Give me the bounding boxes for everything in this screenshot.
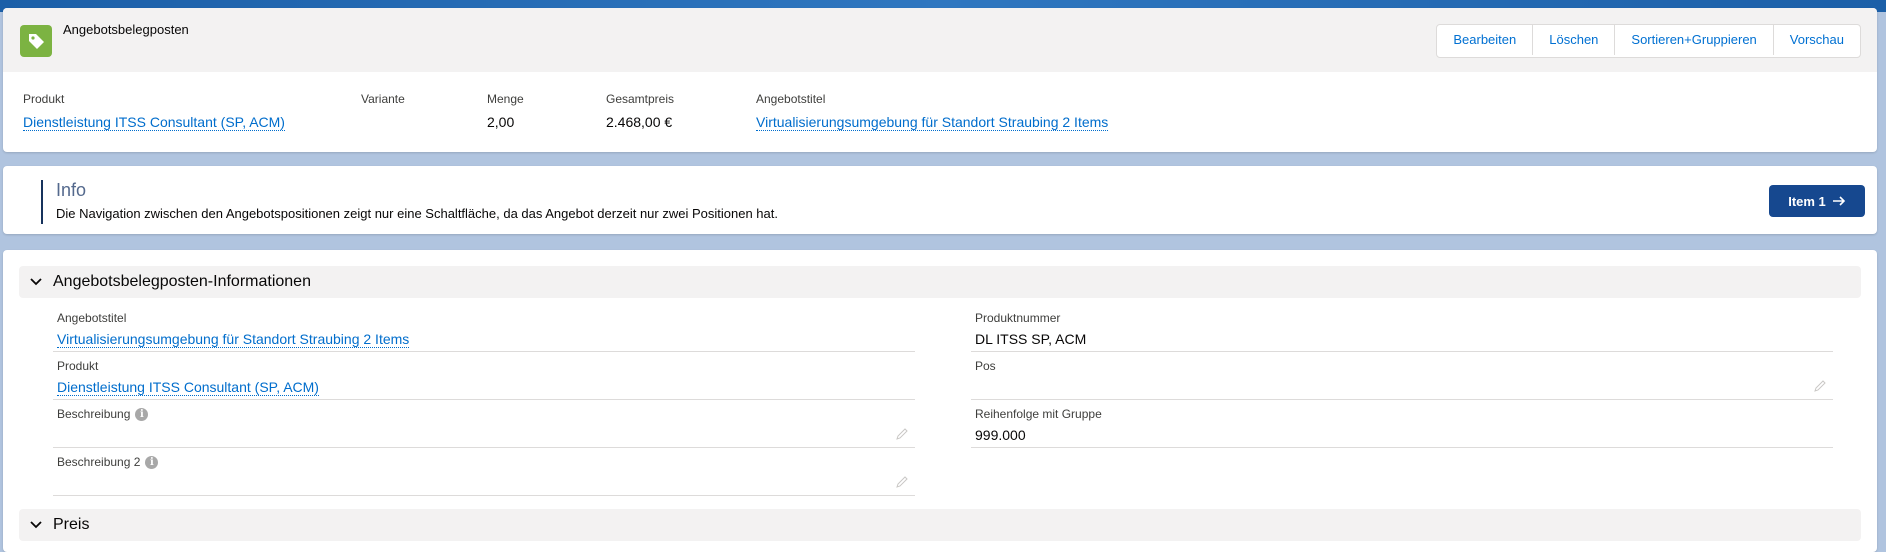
price-tag-icon: [20, 25, 52, 57]
pencil-edit-icon[interactable]: [1813, 379, 1827, 393]
info-text: Die Navigation zwischen den Angebotsposi…: [56, 206, 778, 221]
chevron-down-icon: [30, 278, 42, 286]
highlights-panel: Angebotsbelegposten Bearbeiten Löschen S…: [3, 8, 1877, 152]
section-header-information[interactable]: Angebotsbelegposten-Informationen: [19, 266, 1861, 298]
field-label: Reihenfolge mit Gruppe: [975, 407, 1102, 421]
highlight-menge: Menge 2,00: [487, 92, 524, 130]
highlight-angebotstitel: Angebotstitel Virtualisierungsumgebung f…: [756, 92, 1109, 131]
field-produkt-link[interactable]: Dienstleistung ITSS Consultant (SP, ACM): [57, 379, 319, 396]
highlight-gesamtpreis: Gesamtpreis 2.468,00 €: [606, 92, 674, 130]
highlight-label: Menge: [487, 92, 524, 106]
info-title: Info: [56, 180, 87, 200]
object-title: Angebotsbelegposten: [63, 22, 189, 37]
highlight-produkt-link[interactable]: Dienstleistung ITSS Consultant (SP, ACM): [23, 114, 285, 131]
field-pos: Pos: [971, 355, 1833, 400]
delete-button[interactable]: Löschen: [1532, 25, 1614, 55]
sort-group-button[interactable]: Sortieren+Gruppieren: [1614, 25, 1772, 55]
section-title: Preis: [53, 516, 90, 533]
details-panel: Angebotsbelegposten-Informationen Angebo…: [3, 250, 1877, 552]
field-label: Pos: [975, 359, 996, 373]
highlight-value: 2.468,00 €: [606, 114, 673, 130]
field-value: DL ITSS SP, ACM: [975, 331, 1087, 347]
field-label-wrap: Beschreibung 2 i: [57, 455, 159, 469]
highlight-produkt: Produkt Dienstleistung ITSS Consultant (…: [23, 92, 285, 131]
highlight-angebotstitel-link[interactable]: Virtualisierungsumgebung für Standort St…: [756, 114, 1109, 131]
field-produktnummer: Produktnummer DL ITSS SP, ACM: [971, 307, 1833, 352]
highlight-value: 2,00: [487, 114, 515, 130]
help-info-icon[interactable]: i: [145, 455, 159, 469]
field-produkt: Produkt Dienstleistung ITSS Consultant (…: [53, 355, 915, 400]
highlight-label: Variante: [361, 92, 405, 106]
field-label: Produktnummer: [975, 311, 1061, 325]
highlight-label: Produkt: [23, 92, 65, 106]
preview-button[interactable]: Vorschau: [1772, 25, 1860, 55]
highlight-label: Gesamtpreis: [606, 92, 675, 106]
pencil-edit-icon[interactable]: [895, 427, 909, 441]
info-accent-bar: [41, 180, 43, 224]
field-label: Beschreibung 2: [57, 455, 141, 469]
record-header: Angebotsbelegposten Bearbeiten Löschen S…: [3, 8, 1877, 72]
field-label-wrap: Beschreibung i: [57, 407, 149, 421]
field-value: 999.000: [975, 427, 1026, 443]
field-angebotstitel: Angebotstitel Virtualisierungsumgebung f…: [53, 307, 915, 352]
pencil-edit-icon[interactable]: [895, 475, 909, 489]
field-beschreibung-2: Beschreibung 2 i: [53, 451, 915, 496]
help-info-icon[interactable]: i: [135, 407, 149, 421]
field-label: Produkt: [57, 359, 99, 373]
field-label: Angebotstitel: [57, 311, 127, 325]
edit-button[interactable]: Bearbeiten: [1437, 25, 1532, 55]
field-label: Beschreibung: [57, 407, 131, 421]
highlight-label: Angebotstitel: [756, 92, 826, 106]
arrow-right-icon: [1832, 196, 1845, 206]
info-panel: Info Die Navigation zwischen den Angebot…: [3, 166, 1877, 234]
highlight-variante: Variante: [361, 92, 405, 114]
action-button-group: Bearbeiten Löschen Sortieren+Gruppieren …: [1436, 24, 1861, 58]
field-beschreibung: Beschreibung i: [53, 403, 915, 448]
section-header-preis[interactable]: Preis: [19, 509, 1861, 541]
field-angebotstitel-link[interactable]: Virtualisierungsumgebung für Standort St…: [57, 331, 410, 348]
chevron-down-icon: [30, 521, 42, 529]
field-reihenfolge: Reihenfolge mit Gruppe 999.000: [971, 403, 1833, 448]
item-navigation-button[interactable]: Item 1: [1769, 185, 1865, 217]
section-title: Angebotsbelegposten-Informationen: [53, 273, 311, 290]
item-button-label: Item 1: [1788, 193, 1826, 209]
